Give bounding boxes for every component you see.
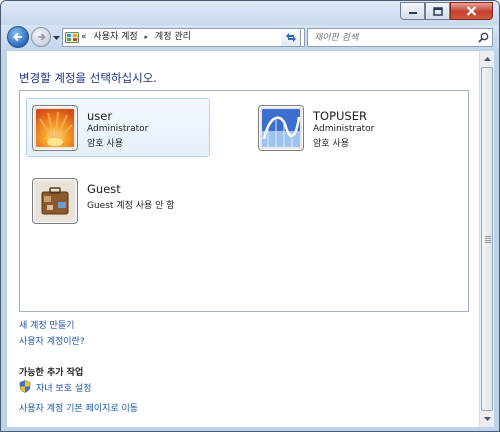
scroll-thumb[interactable] [481, 67, 493, 411]
account-password-status: Guest 계정 사용 안 함 [87, 201, 175, 211]
content-pane: 변경할 계정을 선택하십시오. user Administrator 암호 사용… [7, 51, 479, 427]
account-name: Guest [87, 182, 121, 196]
what-is-account-link[interactable]: 사용자 계정이란? [19, 334, 85, 347]
account-tile-guest[interactable]: Guest Guest 계정 사용 안 함 [26, 171, 210, 230]
search-box [307, 28, 493, 47]
breadcrumb: « 사용자 계정 ▸ 계정 관리 [81, 29, 191, 46]
chevron-down-icon [53, 36, 60, 40]
account-list: user Administrator 암호 사용 TOPUSER Adminis… [19, 90, 469, 312]
refresh-button[interactable] [281, 28, 301, 47]
user-accounts-home-link[interactable]: 사용자 계정 기본 페이지로 이동 [19, 401, 138, 414]
minimize-icon [408, 12, 417, 14]
recent-pages-dropdown[interactable] [53, 34, 60, 44]
title-bar [1, 1, 499, 25]
account-picture [258, 105, 304, 151]
chevron-up-icon [484, 56, 491, 61]
account-password-status: 암호 사용 [87, 139, 123, 149]
scroll-up-button[interactable] [482, 52, 493, 66]
create-account-link[interactable]: 새 계정 만들기 [19, 318, 74, 331]
maximize-button[interactable] [425, 2, 450, 20]
breadcrumb-separator[interactable]: ▸ [145, 33, 149, 41]
account-password-status: 암호 사용 [313, 139, 349, 149]
address-bar[interactable]: « 사용자 계정 ▸ 계정 관리 [62, 28, 305, 47]
parental-controls-link[interactable]: 자녀 보호 설정 [36, 381, 91, 394]
roller-coaster-picture [262, 109, 300, 147]
vertical-scrollbar[interactable] [479, 51, 494, 427]
account-tile-user[interactable]: user Administrator 암호 사용 [26, 98, 210, 157]
breadcrumb-overflow[interactable]: « [81, 32, 87, 42]
navigation-bar: « 사용자 계정 ▸ 계정 관리 [1, 25, 499, 49]
close-button[interactable] [450, 2, 493, 20]
back-button[interactable] [7, 26, 29, 48]
minimize-button[interactable] [400, 2, 425, 20]
orange-flower-picture [36, 109, 74, 147]
account-type: Administrator [313, 124, 375, 134]
scroll-grip [485, 236, 491, 243]
chevron-down-icon [484, 416, 491, 421]
forward-arrow-icon [38, 33, 46, 41]
account-name: user [87, 109, 113, 123]
page-title: 변경할 계정을 선택하십시오. [19, 71, 157, 85]
account-picture [32, 178, 78, 224]
control-panel-window: « 사용자 계정 ▸ 계정 관리 변경할 계정을 선택하십시오. [0, 0, 500, 432]
scroll-down-button[interactable] [482, 412, 493, 426]
account-tile-topuser[interactable]: TOPUSER Administrator 암호 사용 [252, 98, 436, 157]
search-icon[interactable] [478, 32, 489, 43]
additional-tasks-heading: 가능한 추가 작업 [19, 368, 84, 378]
search-input[interactable] [308, 29, 476, 46]
suitcase-picture [36, 182, 74, 220]
control-panel-icon [65, 32, 79, 43]
account-name: TOPUSER [313, 109, 367, 123]
forward-button[interactable] [31, 27, 51, 47]
caption-buttons [400, 2, 493, 20]
back-arrow-icon [13, 32, 22, 42]
uac-shield-icon [19, 380, 31, 393]
close-icon [466, 6, 477, 16]
maximize-icon [432, 6, 443, 16]
breadcrumb-item-manage-accounts[interactable]: 계정 관리 [155, 32, 191, 42]
account-type: Administrator [87, 124, 149, 134]
account-picture [32, 105, 78, 151]
refresh-icon [285, 33, 296, 42]
breadcrumb-item-user-accounts[interactable]: 사용자 계정 [93, 32, 137, 42]
